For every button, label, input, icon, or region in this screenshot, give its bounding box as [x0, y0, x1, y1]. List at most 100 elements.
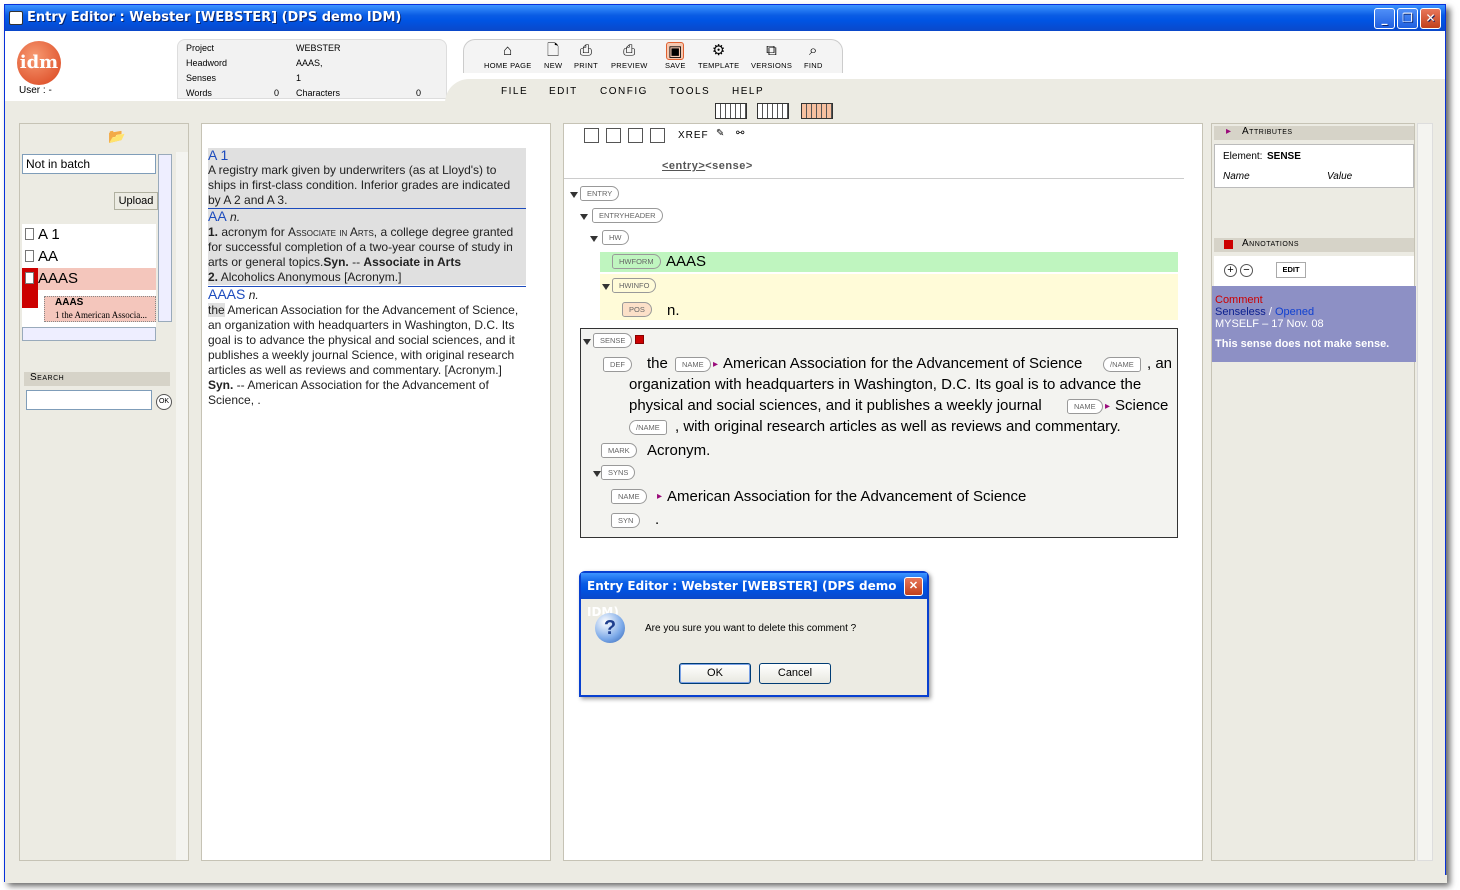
link-icon[interactable]: ⚯: [736, 128, 744, 139]
def-the[interactable]: the: [647, 353, 668, 374]
expand-triangle-icon[interactable]: [580, 214, 588, 220]
close-button[interactable]: ✕: [1420, 8, 1441, 29]
pos-text[interactable]: n.: [667, 300, 680, 321]
versions-button[interactable]: ⧉ VERSIONS: [751, 42, 792, 70]
confirm-dialog: Entry Editor : Webster [WEBSTER] (DPS de…: [579, 571, 929, 697]
preview-entry-a1[interactable]: A 1 A registry mark given by underwriter…: [208, 148, 526, 208]
open-folder-icon[interactable]: 📂: [108, 128, 125, 145]
document-icon: [25, 250, 34, 262]
tag-def[interactable]: DEF: [603, 357, 632, 372]
def-after-1[interactable]: , an: [1147, 353, 1172, 374]
preview-panel: A 1 A registry mark given by underwriter…: [201, 123, 551, 861]
tag-sense[interactable]: SENSE: [593, 333, 633, 348]
entry-item-aaas[interactable]: AAAS: [22, 268, 156, 308]
tag-name[interactable]: NAME: [611, 489, 647, 504]
tag-name-close[interactable]: /NAME: [1103, 357, 1141, 372]
def-line-4[interactable]: , with original research articles as wel…: [675, 416, 1121, 437]
def-line-3[interactable]: physical and social sciences, and it pub…: [629, 395, 1042, 416]
minimize-button[interactable]: _: [1374, 8, 1395, 29]
menu-edit[interactable]: EDIT: [549, 86, 578, 97]
tag-name[interactable]: NAME: [1067, 399, 1103, 414]
tag-entry[interactable]: ENTRY: [580, 186, 620, 201]
preview-entry-aa[interactable]: AA n. 1. acronym for Associate in Arts, …: [208, 208, 526, 285]
left-panel-scrollbar[interactable]: [176, 152, 188, 860]
expand-triangle-icon[interactable]: [570, 192, 578, 198]
upload-button[interactable]: Upload: [114, 192, 158, 210]
expand-triangle-icon[interactable]: [593, 471, 601, 477]
tag-syns[interactable]: SYNS: [601, 465, 636, 480]
insert-child-icon[interactable]: [628, 128, 643, 143]
template-button[interactable]: ⚙ TEMPLATE: [698, 42, 739, 70]
tag-hwinfo[interactable]: HWINFO: [612, 278, 657, 293]
preview-button[interactable]: ⎙ PREVIEW: [611, 42, 648, 70]
entry-list-scrollbar[interactable]: [158, 154, 172, 322]
menu-config[interactable]: CONFIG: [600, 86, 648, 97]
entry-info-box: Project WEBSTER Headword AAAS, Senses 1 …: [177, 39, 447, 99]
entry-item-aa[interactable]: AA: [22, 246, 156, 268]
insert-before-icon[interactable]: [584, 128, 599, 143]
remove-annotation-icon[interactable]: −: [1240, 264, 1253, 277]
tag-hw[interactable]: HW: [602, 230, 629, 245]
expand-triangle-icon[interactable]: [590, 236, 598, 242]
print-button[interactable]: ⎙ PRINT: [574, 42, 598, 70]
characters-label: Characters: [296, 88, 341, 98]
entry-item-a1[interactable]: A 1: [22, 224, 156, 246]
mark-text[interactable]: Acronym.: [647, 440, 710, 461]
tag-mark[interactable]: MARK: [601, 443, 637, 458]
annotation-marker-icon[interactable]: [635, 335, 644, 344]
def-name-1[interactable]: American Association for the Advancement…: [723, 353, 1082, 374]
tag-name-close[interactable]: /NAME: [629, 420, 667, 435]
tag-entryheader[interactable]: ENTRYHEADER: [592, 208, 663, 223]
search-ok-button[interactable]: OK: [156, 394, 172, 410]
title-bar[interactable]: Entry Editor : Webster [WEBSTER] (DPS de…: [5, 5, 1445, 31]
layout-three-button[interactable]: [801, 103, 833, 119]
dialog-close-button[interactable]: ✕: [904, 577, 923, 596]
annotations-header[interactable]: Annotations: [1214, 238, 1414, 252]
add-annotation-icon[interactable]: +: [1224, 264, 1237, 277]
xref-button[interactable]: XREF: [678, 130, 709, 141]
cancel-button[interactable]: Cancel: [759, 663, 831, 684]
preview-pos: n.: [248, 288, 259, 302]
save-button[interactable]: ▣ SAVE: [665, 42, 686, 70]
expand-triangle-icon[interactable]: [583, 339, 591, 345]
tag-syn[interactable]: SYN: [611, 513, 641, 528]
menu-file[interactable]: FILE: [501, 86, 528, 97]
preview-entry-aaas[interactable]: AAAS n. the American Association for the…: [208, 286, 526, 408]
def-name-2[interactable]: Science: [1115, 395, 1168, 416]
tag-pos[interactable]: POS: [622, 302, 652, 317]
home-page-button[interactable]: ⌂ HOME PAGE: [484, 42, 532, 70]
insert-after-icon[interactable]: [606, 128, 621, 143]
dialog-title[interactable]: Entry Editor : Webster [WEBSTER] (DPS de…: [581, 573, 927, 619]
edit-note-icon[interactable]: ✎: [716, 128, 724, 139]
sense-sub-item[interactable]: AAAS 1 the American Associa...: [44, 296, 156, 322]
annotation-item[interactable]: Comment Senseless / Opened MYSELF – 17 N…: [1212, 286, 1416, 362]
tag-name[interactable]: NAME: [675, 357, 711, 372]
def-line-2[interactable]: organization with headquarters in Washin…: [629, 374, 1141, 395]
new-button[interactable]: 🗋 NEW: [544, 42, 562, 70]
hwform-text[interactable]: AAAS: [666, 251, 706, 272]
question-icon: ?: [595, 613, 625, 643]
batch-select[interactable]: Not in batch: [22, 154, 156, 174]
entry-list-hscrollbar[interactable]: [22, 327, 156, 341]
syn-name-text[interactable]: American Association for the Advancement…: [667, 486, 1026, 507]
syn-text[interactable]: .: [655, 509, 659, 530]
restore-button[interactable]: ❐: [1397, 8, 1418, 29]
attributes-header[interactable]: ▸ Attributes: [1214, 126, 1414, 140]
menu-tools[interactable]: TOOLS: [669, 86, 710, 97]
app-icon: [9, 11, 23, 25]
layout-one-button[interactable]: [715, 103, 747, 119]
right-scrollbar[interactable]: [1417, 123, 1433, 861]
search-input[interactable]: [26, 390, 152, 410]
expand-triangle-icon[interactable]: [602, 284, 610, 290]
ok-button[interactable]: OK: [679, 663, 751, 684]
collapse-icon[interactable]: [650, 128, 665, 143]
edit-annotation-button[interactable]: EDIT: [1276, 262, 1306, 278]
user-label: User : -: [19, 85, 52, 96]
tag-hwform[interactable]: HWFORM: [612, 254, 661, 269]
find-icon: ⌕: [808, 42, 818, 59]
arrow-icon: ▸: [657, 491, 663, 502]
annotations-toolbar: + − EDIT: [1214, 256, 1414, 286]
find-button[interactable]: ⌕ FIND: [804, 42, 823, 70]
layout-two-button[interactable]: [757, 103, 789, 119]
menu-help[interactable]: HELP: [732, 86, 764, 97]
